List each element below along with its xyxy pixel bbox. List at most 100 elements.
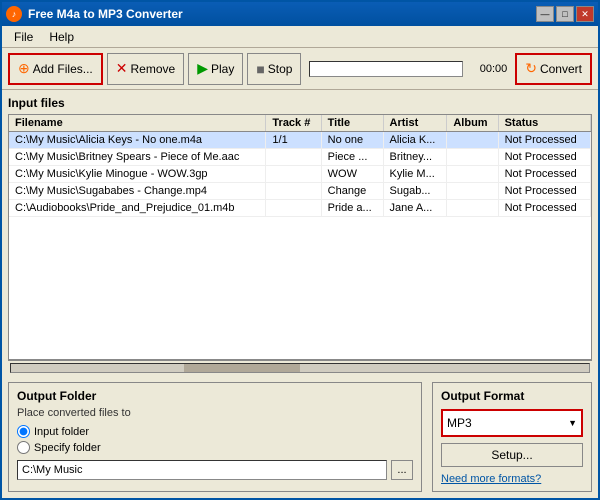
table-cell-5: Not Processed xyxy=(498,183,590,200)
folder-path-input[interactable] xyxy=(17,460,387,480)
remove-icon: ✕ xyxy=(116,60,128,77)
title-bar-left: ♪ Free M4a to MP3 Converter xyxy=(6,6,183,22)
folder-input-row: ... xyxy=(17,460,413,480)
progress-section: 00:00 xyxy=(309,61,507,77)
app-icon: ♪ xyxy=(6,6,22,22)
table-cell-4 xyxy=(447,149,498,166)
convert-label: Convert xyxy=(540,62,582,76)
table-cell-0: C:\My Music\Alicia Keys - No one.m4a xyxy=(9,132,266,149)
table-cell-0: C:\Audiobooks\Pride_and_Prejudice_01.m4b xyxy=(9,200,266,217)
output-format-title: Output Format xyxy=(441,389,583,403)
file-table: Filename Track # Title Artist Album Stat… xyxy=(9,115,591,217)
table-cell-2: Change xyxy=(321,183,383,200)
table-cell-5: Not Processed xyxy=(498,132,590,149)
radio-input-folder[interactable]: Input folder xyxy=(17,425,413,438)
table-cell-5: Not Processed xyxy=(498,200,590,217)
stop-button[interactable]: ■ Stop xyxy=(247,53,301,85)
col-track: Track # xyxy=(266,115,321,132)
menu-bar: File Help xyxy=(2,26,598,48)
convert-button[interactable]: ↻ Convert xyxy=(515,53,592,85)
format-select[interactable]: MP3WAVOGGAACFLAC xyxy=(443,411,581,435)
minimize-button[interactable]: — xyxy=(536,6,554,22)
table-cell-4 xyxy=(447,183,498,200)
table-row[interactable]: C:\My Music\Alicia Keys - No one.m4a1/1N… xyxy=(9,132,591,149)
radio-specify-folder-label: Specify folder xyxy=(34,442,101,454)
stop-icon: ■ xyxy=(256,61,264,77)
table-row[interactable]: C:\Audiobooks\Pride_and_Prejudice_01.m4b… xyxy=(9,200,591,217)
stop-label: Stop xyxy=(268,62,293,76)
col-filename: Filename xyxy=(9,115,266,132)
table-cell-0: C:\My Music\Kylie Minogue - WOW.3gp xyxy=(9,166,266,183)
table-cell-2: WOW xyxy=(321,166,383,183)
close-button[interactable]: ✕ xyxy=(576,6,594,22)
table-row[interactable]: C:\My Music\Kylie Minogue - WOW.3gp WOWKy… xyxy=(9,166,591,183)
table-cell-2: Pride a... xyxy=(321,200,383,217)
col-status: Status xyxy=(498,115,590,132)
time-display: 00:00 xyxy=(467,63,507,75)
menu-file[interactable]: File xyxy=(6,28,41,46)
progress-bar xyxy=(309,61,463,77)
output-folder-panel: Output Folder Place converted files to I… xyxy=(8,382,422,492)
table-cell-4 xyxy=(447,200,498,217)
window-title: Free M4a to MP3 Converter xyxy=(28,7,183,21)
menu-help[interactable]: Help xyxy=(41,28,82,46)
play-label: Play xyxy=(211,62,234,76)
add-files-button[interactable]: ⊕ Add Files... xyxy=(8,53,103,85)
table-cell-3: Jane A... xyxy=(383,200,447,217)
col-artist: Artist xyxy=(383,115,447,132)
file-table-body: C:\My Music\Alicia Keys - No one.m4a1/1N… xyxy=(9,132,591,217)
toolbar: ⊕ Add Files... ✕ Remove ▶ Play ■ Stop 00… xyxy=(2,48,598,90)
table-cell-2: No one xyxy=(321,132,383,149)
table-cell-0: C:\My Music\Britney Spears - Piece of Me… xyxy=(9,149,266,166)
table-cell-3: Britney... xyxy=(383,149,447,166)
table-cell-4 xyxy=(447,166,498,183)
title-bar: ♪ Free M4a to MP3 Converter — □ ✕ xyxy=(2,2,598,26)
table-cell-5: Not Processed xyxy=(498,166,590,183)
table-cell-3: Sugab... xyxy=(383,183,447,200)
need-more-formats-link[interactable]: Need more formats? xyxy=(441,473,583,485)
radio-input-folder-input[interactable] xyxy=(17,425,30,438)
table-cell-1 xyxy=(266,183,321,200)
add-files-label: Add Files... xyxy=(33,62,93,76)
add-files-icon: ⊕ xyxy=(18,60,30,77)
format-select-wrapper[interactable]: MP3WAVOGGAACFLAC xyxy=(441,409,583,437)
remove-button[interactable]: ✕ Remove xyxy=(107,53,184,85)
radio-specify-folder[interactable]: Specify folder xyxy=(17,441,413,454)
table-header-row: Filename Track # Title Artist Album Stat… xyxy=(9,115,591,132)
table-row[interactable]: C:\My Music\Sugababes - Change.mp4 Change… xyxy=(9,183,591,200)
play-icon: ▶ xyxy=(197,60,208,77)
table-cell-0: C:\My Music\Sugababes - Change.mp4 xyxy=(9,183,266,200)
bottom-section: Output Folder Place converted files to I… xyxy=(8,382,592,492)
browse-button[interactable]: ... xyxy=(391,460,413,480)
output-folder-subtitle: Place converted files to xyxy=(17,407,413,419)
file-table-container[interactable]: Filename Track # Title Artist Album Stat… xyxy=(8,114,592,360)
radio-group: Input folder Specify folder xyxy=(17,425,413,454)
table-cell-1 xyxy=(266,200,321,217)
table-cell-3: Alicia K... xyxy=(383,132,447,149)
table-row[interactable]: C:\My Music\Britney Spears - Piece of Me… xyxy=(9,149,591,166)
remove-label: Remove xyxy=(131,62,176,76)
maximize-button[interactable]: □ xyxy=(556,6,574,22)
output-format-panel: Output Format MP3WAVOGGAACFLAC Setup... … xyxy=(432,382,592,492)
table-cell-5: Not Processed xyxy=(498,149,590,166)
radio-specify-folder-input[interactable] xyxy=(17,441,30,454)
table-cell-1: 1/1 xyxy=(266,132,321,149)
main-window: ♪ Free M4a to MP3 Converter — □ ✕ File H… xyxy=(0,0,600,500)
play-button[interactable]: ▶ Play xyxy=(188,53,243,85)
content-area: Input files Filename Track # Title Artis… xyxy=(2,90,598,498)
scroll-track[interactable] xyxy=(10,363,590,373)
scroll-thumb[interactable] xyxy=(184,364,300,372)
col-album: Album xyxy=(447,115,498,132)
horizontal-scrollbar[interactable] xyxy=(8,360,592,374)
convert-icon: ↻ xyxy=(525,60,537,77)
table-cell-2: Piece ... xyxy=(321,149,383,166)
title-buttons: — □ ✕ xyxy=(536,6,594,22)
setup-button[interactable]: Setup... xyxy=(441,443,583,467)
input-files-label: Input files xyxy=(8,96,592,110)
table-cell-3: Kylie M... xyxy=(383,166,447,183)
input-files-section: Input files Filename Track # Title Artis… xyxy=(8,96,592,374)
output-folder-title: Output Folder xyxy=(17,389,413,403)
table-cell-1 xyxy=(266,149,321,166)
col-title: Title xyxy=(321,115,383,132)
radio-input-folder-label: Input folder xyxy=(34,426,89,438)
